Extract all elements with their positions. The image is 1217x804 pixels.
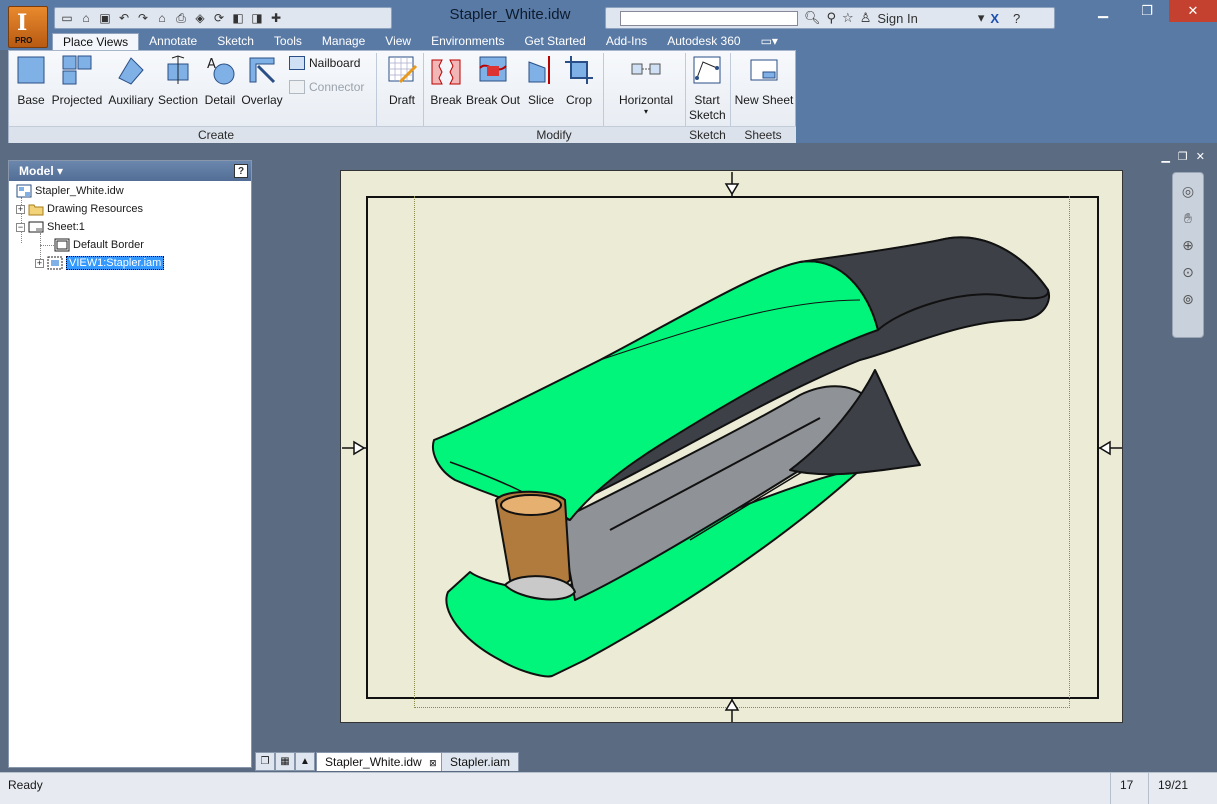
application-menu-button[interactable]: I PRO <box>8 6 48 48</box>
zoom-all-icon[interactable]: ⊙ <box>1173 264 1203 281</box>
document-tabs: ❐ ▦ ▲ Stapler_White.idw ⊠ Stapler.iam <box>255 750 1217 772</box>
stapler-model <box>432 236 1050 678</box>
center-mark-right <box>1098 440 1122 456</box>
status-value-2: 19/21 <box>1158 778 1189 792</box>
zoom-window-icon[interactable]: ⊚ <box>1173 291 1203 308</box>
pan-icon[interactable]: ✋︎ <box>1173 210 1203 227</box>
stapler-drawing-view[interactable] <box>0 0 1217 804</box>
close-icon[interactable]: ⊠ <box>429 758 437 768</box>
status-text: Ready <box>8 778 43 792</box>
navigation-bar: ◎ ✋︎ ⊕ ⊙ ⊚ <box>1172 172 1204 338</box>
tile-icon[interactable]: ▦ <box>275 752 295 771</box>
open-documents-icon[interactable]: ▲ <box>295 752 315 771</box>
cascade-icon[interactable]: ❐ <box>255 752 275 771</box>
center-mark-top <box>724 172 740 196</box>
center-mark-left <box>342 440 366 456</box>
tab-stapler-white-idw[interactable]: Stapler_White.idw ⊠ <box>316 752 446 771</box>
center-mark-bottom <box>724 698 740 722</box>
tab-stapler-iam[interactable]: Stapler.iam <box>441 752 520 771</box>
zoom-icon[interactable]: ⊕ <box>1173 237 1203 254</box>
status-divider <box>1148 773 1149 804</box>
app-logo: I <box>17 10 28 36</box>
steering-wheel-icon[interactable]: ◎ <box>1173 183 1203 200</box>
edition-badge: PRO <box>15 36 33 45</box>
status-bar: Ready 17 19/21 <box>0 772 1217 804</box>
status-value-1: 17 <box>1120 778 1134 792</box>
status-divider <box>1110 773 1111 804</box>
